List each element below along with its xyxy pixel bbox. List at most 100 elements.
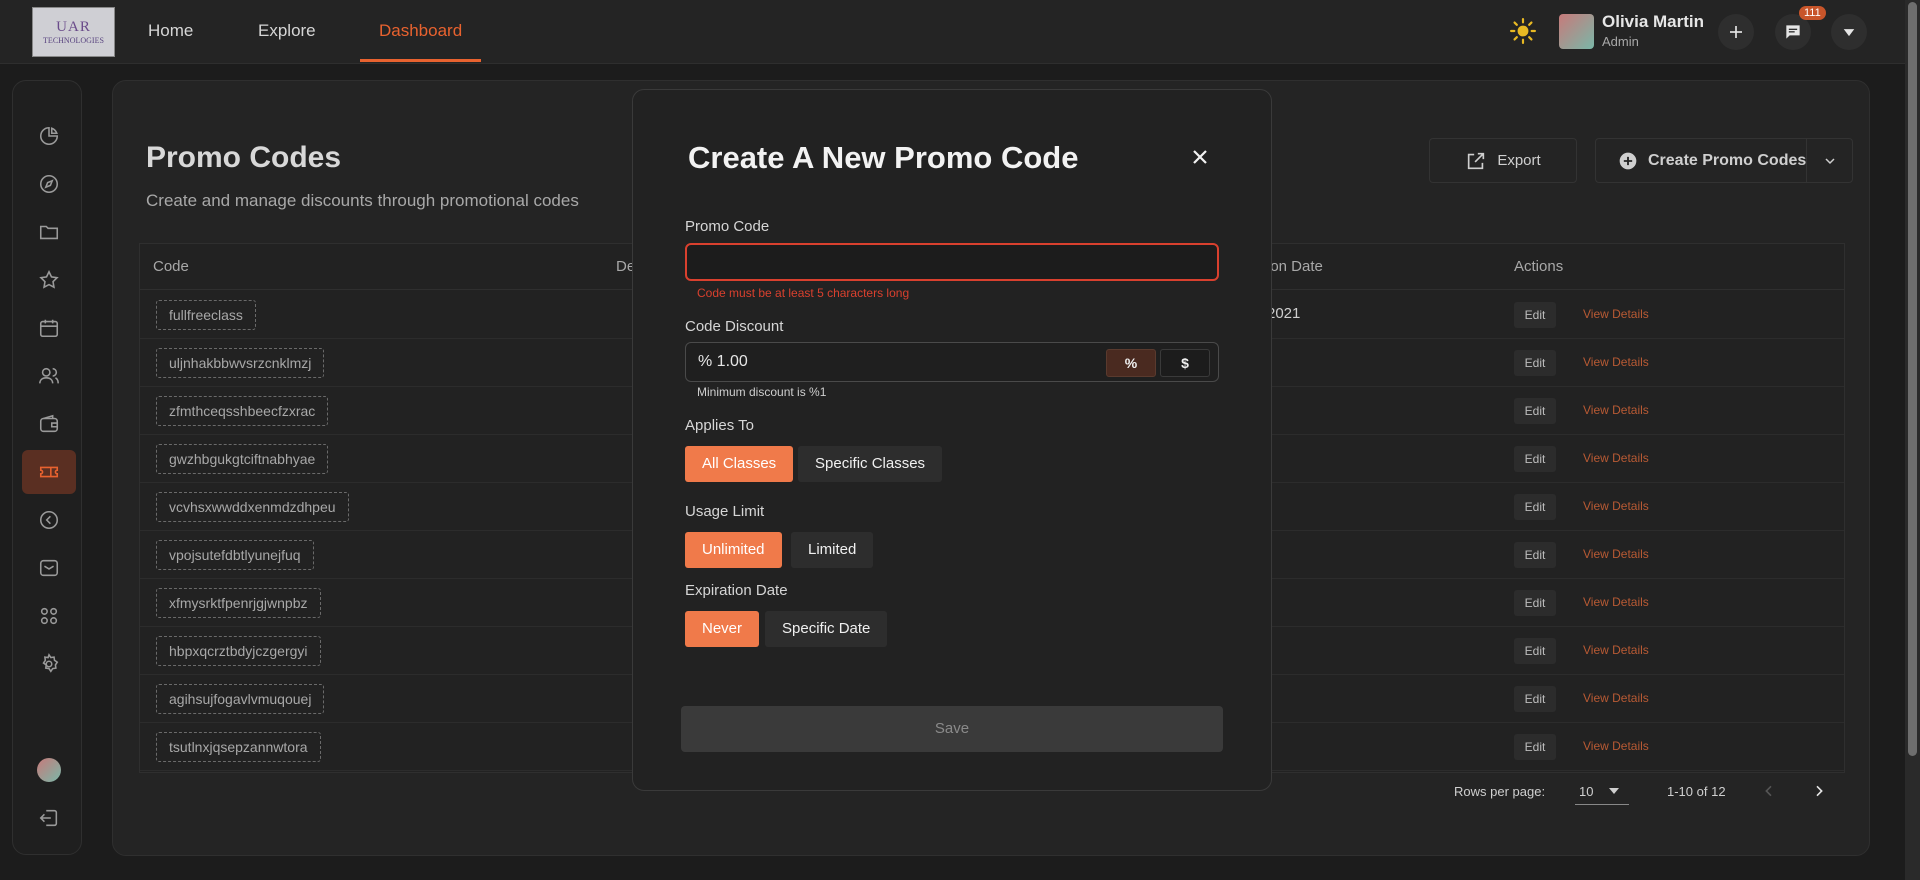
promo-code-chip[interactable]: tsutlnxjqsepzannwtora (156, 732, 321, 762)
promo-code-chip[interactable]: vcvhsxwwddxenmdzdhpeu (156, 492, 349, 522)
sidebar-item-apps[interactable] (22, 594, 76, 638)
pie-chart-icon (40, 126, 59, 145)
page-subtitle: Create and manage discounts through prom… (146, 191, 579, 210)
page-title: Promo Codes (146, 141, 342, 174)
compass-icon (39, 174, 59, 194)
sidebar-item-analytics[interactable] (22, 114, 76, 158)
sidebar-item-logout[interactable] (22, 796, 76, 840)
promo-code-chip[interactable]: gwzhbgukgtciftnabhyae (156, 444, 329, 474)
prev-page-icon[interactable] (1761, 783, 1777, 799)
sidebar-item-favorites[interactable] (22, 258, 76, 302)
usage-limited-button[interactable]: Limited (791, 532, 874, 568)
logo-subtext: TECHNOLOGIES (43, 36, 104, 45)
percent-toggle[interactable]: % (1106, 349, 1156, 377)
view-details-link[interactable]: View Details (1583, 307, 1649, 321)
user-menu-dropdown[interactable] (1831, 14, 1867, 50)
sidebar-item-explore[interactable] (22, 162, 76, 206)
sidebar-item-back[interactable] (22, 498, 76, 542)
view-details-link[interactable]: View Details (1583, 403, 1649, 417)
edit-button[interactable]: Edit (1514, 686, 1556, 712)
scrollbar-thumb[interactable] (1908, 2, 1917, 756)
user-avatar[interactable] (1559, 14, 1594, 49)
nav-dashboard[interactable]: Dashboard (360, 0, 482, 62)
apps-grid-icon (40, 607, 58, 625)
expiration-never-button[interactable]: Never (685, 611, 760, 647)
ticket-icon (39, 466, 59, 478)
company-logo[interactable]: UAR TECHNOLOGIES (32, 7, 115, 57)
view-details-link[interactable]: View Details (1583, 595, 1649, 609)
promo-code-chip[interactable]: uljnhakbbwvsrzcnklmzj (156, 348, 325, 378)
view-details-link[interactable]: View Details (1583, 355, 1649, 369)
promo-code-input[interactable] (685, 243, 1219, 281)
close-button[interactable] (1186, 143, 1214, 171)
promo-code-chip[interactable]: agihsujfogavlvmuqouej (156, 684, 325, 714)
theme-toggle-sun-icon[interactable] (1510, 18, 1536, 44)
plus-circle-icon (1619, 152, 1637, 169)
dollar-toggle[interactable]: $ (1160, 349, 1210, 377)
edit-button[interactable]: Edit (1514, 350, 1556, 376)
expiration-date-label: Expiration Date (685, 582, 788, 599)
user-name: Olivia Martin (1602, 12, 1705, 31)
view-details-link[interactable]: View Details (1583, 547, 1649, 561)
sidebar-avatar[interactable] (37, 758, 61, 782)
applies-all-classes-button[interactable]: All Classes (685, 446, 794, 482)
rows-per-page-label: Rows per page: (1454, 784, 1546, 799)
gear-icon (42, 653, 59, 673)
usage-unlimited-button[interactable]: Unlimited (685, 532, 782, 568)
view-details-link[interactable]: View Details (1583, 643, 1649, 657)
sidebar-item-messages[interactable] (22, 546, 76, 590)
external-link-icon (1468, 152, 1485, 169)
promo-code-chip[interactable]: hbpxqcrztbdyjczgergyi (156, 636, 321, 666)
chevron-down-icon (1824, 157, 1835, 164)
page-scrollbar[interactable] (1905, 0, 1920, 880)
edit-button[interactable]: Edit (1514, 494, 1556, 520)
rows-per-page-select[interactable]: 10 (1575, 777, 1629, 805)
logo-text: UAR (56, 19, 91, 35)
create-promo-modal: Create A New Promo Code Promo Code Code … (632, 89, 1272, 791)
create-promo-codes-button[interactable]: Create Promo Codes (1595, 138, 1853, 183)
edit-button[interactable]: Edit (1514, 446, 1556, 472)
usage-limit-label: Usage Limit (685, 503, 765, 520)
view-details-link[interactable]: View Details (1583, 691, 1649, 705)
expiration-specific-date-button[interactable]: Specific Date (765, 611, 888, 647)
discount-input[interactable]: % 1.00 (698, 353, 748, 371)
rows-per-page-value: 10 (1579, 784, 1594, 799)
sidebar-item-promo-codes[interactable] (22, 450, 76, 494)
edit-button[interactable]: Edit (1514, 590, 1556, 616)
promo-code-chip[interactable]: vpojsutefdbtlyunejfuq (156, 540, 314, 570)
folder-icon (39, 225, 59, 240)
edit-button[interactable]: Edit (1514, 734, 1556, 760)
view-details-link[interactable]: View Details (1583, 451, 1649, 465)
col-expiration: ion Date (1267, 258, 1323, 275)
sidebar-item-settings[interactable] (22, 642, 76, 686)
nav-home[interactable]: Home (148, 0, 193, 62)
next-page-icon[interactable] (1811, 783, 1827, 799)
edit-button[interactable]: Edit (1514, 542, 1556, 568)
wallet-icon (39, 414, 59, 433)
edit-button[interactable]: Edit (1514, 398, 1556, 424)
promo-code-chip[interactable]: fullfreeclass (156, 300, 256, 330)
edit-button[interactable]: Edit (1514, 302, 1556, 328)
view-details-link[interactable]: View Details (1583, 739, 1649, 753)
applies-specific-classes-button[interactable]: Specific Classes (798, 446, 943, 482)
sidebar-item-files[interactable] (22, 210, 76, 254)
nav-explore[interactable]: Explore (258, 0, 316, 62)
caret-down-icon (1843, 29, 1855, 37)
expiration-cell: 2021 (1267, 305, 1301, 322)
create-label: Create Promo Codes (1648, 151, 1807, 169)
calendar-icon (39, 319, 59, 338)
sidebar-item-calendar[interactable] (22, 306, 76, 350)
sidebar-item-wallet[interactable] (22, 402, 76, 446)
export-button[interactable]: Export (1429, 138, 1577, 183)
create-options-dropdown[interactable] (1806, 139, 1852, 182)
edit-button[interactable]: Edit (1514, 638, 1556, 664)
promo-code-chip[interactable]: zfmthceqsshbeecfzxrac (156, 396, 329, 426)
add-button[interactable] (1718, 14, 1754, 50)
save-button[interactable]: Save (681, 706, 1223, 752)
applies-to-label: Applies To (685, 417, 754, 434)
col-code: Code (153, 258, 189, 275)
sidebar-item-users[interactable] (22, 354, 76, 398)
promo-code-label: Promo Code (685, 218, 770, 235)
view-details-link[interactable]: View Details (1583, 499, 1649, 513)
promo-code-chip[interactable]: xfmysrktfpenrjgjwnpbz (156, 588, 321, 618)
